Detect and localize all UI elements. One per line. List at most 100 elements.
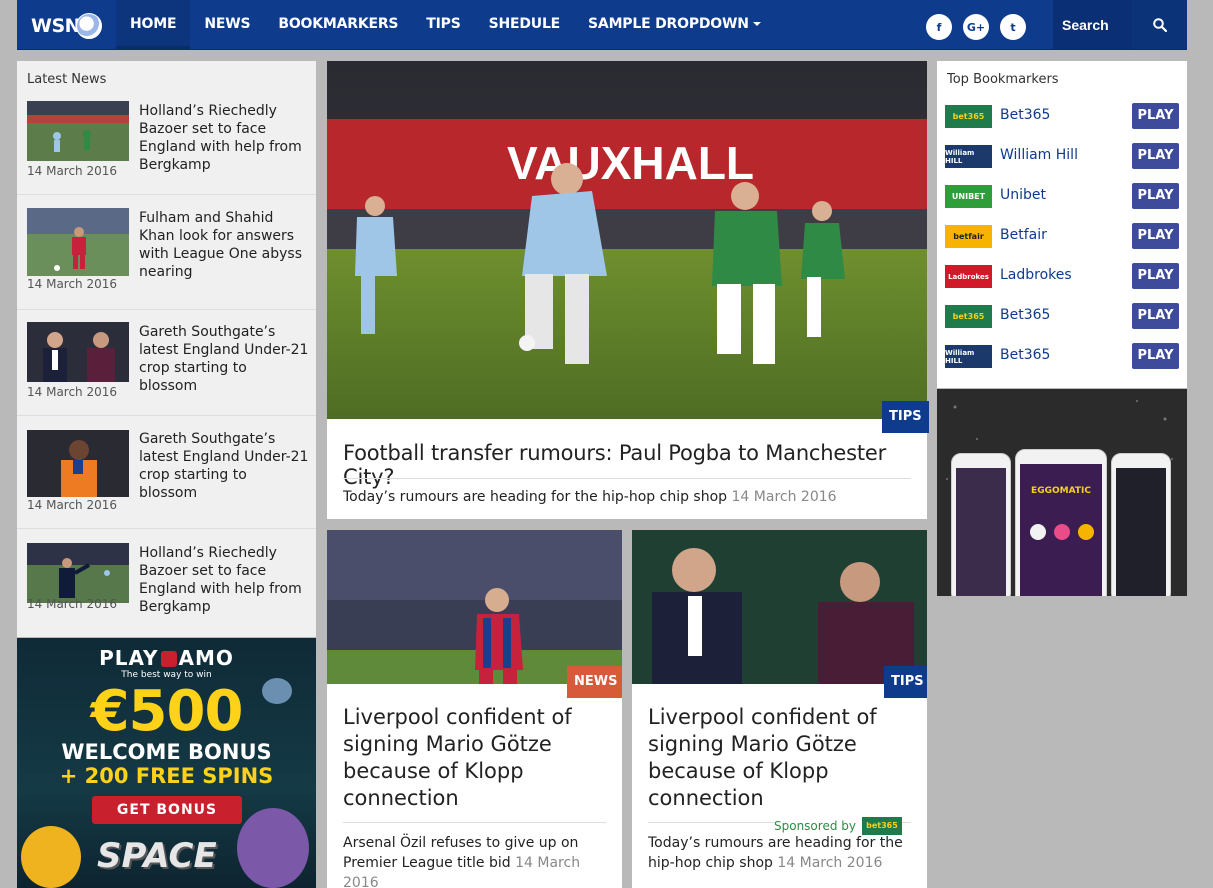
creature-illustration bbox=[262, 678, 292, 704]
tips-badge[interactable]: TIPS bbox=[882, 401, 929, 433]
nav-home[interactable]: HOME bbox=[116, 0, 191, 49]
play-button[interactable]: PLAY bbox=[1132, 263, 1179, 289]
news-thumbnail[interactable] bbox=[27, 322, 129, 382]
news-date: 14 March 2016 bbox=[27, 385, 118, 399]
card-headline[interactable]: Liverpool confident of signing Mario Göt… bbox=[648, 704, 913, 812]
bookmaker-logo[interactable]: bet365 bbox=[945, 105, 992, 128]
news-headline[interactable]: Gareth Southgate’s latest England Under-… bbox=[139, 323, 309, 395]
card-image[interactable] bbox=[327, 530, 622, 684]
facebook-icon[interactable]: f bbox=[926, 14, 952, 40]
card-date: 14 March 2016 bbox=[777, 855, 883, 871]
news-thumbnail[interactable] bbox=[27, 208, 129, 276]
bookmaker-logo[interactable]: betfair bbox=[945, 225, 992, 248]
get-bonus-button[interactable]: GET BONUS bbox=[92, 796, 242, 824]
news-headline[interactable]: Gareth Southgate’s latest England Under-… bbox=[139, 430, 309, 502]
phone-center: EGGOMATIC bbox=[1015, 449, 1107, 596]
bookmaker-row: bet365 Bet365 PLAY bbox=[945, 103, 1179, 129]
dice-icon bbox=[160, 651, 177, 667]
news-thumbnail[interactable] bbox=[27, 430, 129, 497]
card-summary: Arsenal Özil refuses to give up on Premi… bbox=[343, 833, 603, 888]
bookmaker-name[interactable]: Bet365 bbox=[1000, 347, 1050, 363]
top-navbar: WSN HOME NEWS BOOKMARKERS TIPS SHEDULE S… bbox=[17, 0, 1187, 50]
ad-game-title: SPACE bbox=[97, 836, 217, 876]
globe-icon bbox=[76, 13, 103, 39]
latest-news-item[interactable]: Gareth Southgate’s latest England Under-… bbox=[17, 310, 316, 416]
featured-headline[interactable]: Football transfer rumours: Paul Pogba to… bbox=[343, 441, 927, 489]
play-button[interactable]: PLAY bbox=[1132, 223, 1179, 249]
social-links: f G+ t bbox=[926, 14, 1026, 40]
casino-app-ad[interactable]: EGGOMATIC bbox=[937, 389, 1187, 596]
sponsored-label: Sponsored by bbox=[774, 819, 856, 833]
ad-spins: + 200 FREE SPINS bbox=[59, 764, 274, 788]
bookmaker-name[interactable]: Unibet bbox=[1000, 187, 1046, 203]
play-button[interactable]: PLAY bbox=[1132, 103, 1179, 129]
news-badge[interactable]: NEWS bbox=[567, 666, 622, 698]
article-card[interactable]: NEWS Liverpool confident of signing Mari… bbox=[327, 530, 622, 888]
play-button[interactable]: PLAY bbox=[1132, 143, 1179, 169]
card-image[interactable] bbox=[632, 530, 927, 684]
news-headline[interactable]: Holland’s Riechedly Bazoer set to face E… bbox=[139, 102, 309, 174]
main-nav: HOME NEWS BOOKMARKERS TIPS SHEDULE SAMPL… bbox=[116, 0, 775, 49]
bookmaker-logo[interactable]: Ladbrokes bbox=[945, 265, 992, 288]
card-summary: Today’s rumours are heading for the hip-… bbox=[648, 835, 903, 871]
latest-news-title: Latest News bbox=[27, 72, 107, 87]
bookmaker-logo[interactable]: UNIBET bbox=[945, 185, 992, 208]
divider bbox=[343, 822, 606, 823]
logo-text: WSN bbox=[31, 15, 81, 37]
play-button[interactable]: PLAY bbox=[1132, 303, 1179, 329]
bookmaker-row: William HILL William Hill PLAY bbox=[945, 143, 1179, 169]
nav-bookmarkers[interactable]: BOOKMARKERS bbox=[264, 0, 412, 49]
search-input[interactable] bbox=[1053, 0, 1131, 49]
latest-news-item[interactable]: Holland’s Riechedly Bazoer set to face E… bbox=[17, 97, 316, 195]
monster-illustration bbox=[237, 808, 309, 888]
tips-badge[interactable]: TIPS bbox=[884, 666, 927, 698]
bookmaker-name[interactable]: Bet365 bbox=[1000, 107, 1050, 123]
featured-image[interactable]: VAUXHALL bbox=[327, 61, 927, 419]
latest-news-item[interactable]: Gareth Southgate’s latest England Under-… bbox=[17, 416, 316, 529]
bookmaker-logo[interactable]: William HILL bbox=[945, 145, 992, 168]
ad-bonus: WELCOME BONUS bbox=[61, 740, 272, 764]
bookmaker-row: UNIBET Unibet PLAY bbox=[945, 183, 1179, 209]
search-icon bbox=[1152, 17, 1167, 32]
nav-shedule[interactable]: SHEDULE bbox=[475, 0, 574, 49]
play-button[interactable]: PLAY bbox=[1132, 343, 1179, 369]
nav-sample-dropdown[interactable]: SAMPLE DROPDOWN bbox=[574, 0, 775, 49]
latest-news-item[interactable]: Fulham and Shahid Khan look for answers … bbox=[17, 195, 316, 310]
site-logo[interactable]: WSN bbox=[31, 11, 103, 41]
news-thumbnail[interactable] bbox=[27, 543, 129, 603]
search-box bbox=[1053, 0, 1187, 49]
card-headline[interactable]: Liverpool confident of signing Mario Göt… bbox=[343, 704, 608, 812]
top-bookmakers-panel: Top Bookmarkers bet365 Bet365 PLAY Willi… bbox=[937, 61, 1187, 388]
article-card[interactable]: TIPS Liverpool confident of signing Mari… bbox=[632, 530, 927, 888]
ad-brand: PLAY AMO bbox=[99, 646, 234, 670]
bookmaker-name[interactable]: William Hill bbox=[1000, 147, 1078, 163]
google-plus-icon[interactable]: G+ bbox=[963, 14, 989, 40]
bookmaker-logo[interactable]: William HILL bbox=[945, 345, 992, 368]
featured-summary: Today’s rumours are heading for the hip-… bbox=[343, 489, 837, 505]
bookmaker-row: bet365 Bet365 PLAY bbox=[945, 303, 1179, 329]
alien-illustration bbox=[21, 826, 81, 888]
news-thumbnail[interactable] bbox=[27, 101, 129, 161]
nav-dropdown-label: SAMPLE DROPDOWN bbox=[588, 16, 749, 32]
search-button[interactable] bbox=[1132, 0, 1187, 49]
bookmaker-name[interactable]: Ladbrokes bbox=[1000, 267, 1072, 283]
phone-right bbox=[1111, 453, 1171, 596]
nav-tips[interactable]: TIPS bbox=[412, 0, 474, 49]
phone-left bbox=[951, 453, 1011, 596]
twitter-icon[interactable]: t bbox=[1000, 14, 1026, 40]
news-date: 14 March 2016 bbox=[27, 498, 118, 512]
latest-news-item[interactable]: Holland’s Riechedly Bazoer set to face E… bbox=[17, 529, 316, 637]
news-headline[interactable]: Fulham and Shahid Khan look for answers … bbox=[139, 209, 309, 281]
bookmaker-name[interactable]: Bet365 bbox=[1000, 307, 1050, 323]
bookmaker-row: William HILL Bet365 PLAY bbox=[945, 343, 1179, 369]
news-date: 14 March 2016 bbox=[27, 597, 118, 611]
app-game-title: EGGOMATIC bbox=[1031, 486, 1091, 496]
bookmaker-logo[interactable]: bet365 bbox=[945, 305, 992, 328]
bookmaker-name[interactable]: Betfair bbox=[1000, 227, 1047, 243]
play-button[interactable]: PLAY bbox=[1132, 183, 1179, 209]
playamo-ad-banner[interactable]: PLAY AMO The best way to win €500 WELCOME… bbox=[17, 638, 316, 888]
banner-text: VAUXHALL bbox=[507, 137, 754, 189]
featured-article[interactable]: VAUXHALL TIPS Football transfer rumours:… bbox=[327, 61, 929, 519]
nav-news[interactable]: NEWS bbox=[190, 0, 264, 49]
news-headline[interactable]: Holland’s Riechedly Bazoer set to face E… bbox=[139, 544, 309, 616]
